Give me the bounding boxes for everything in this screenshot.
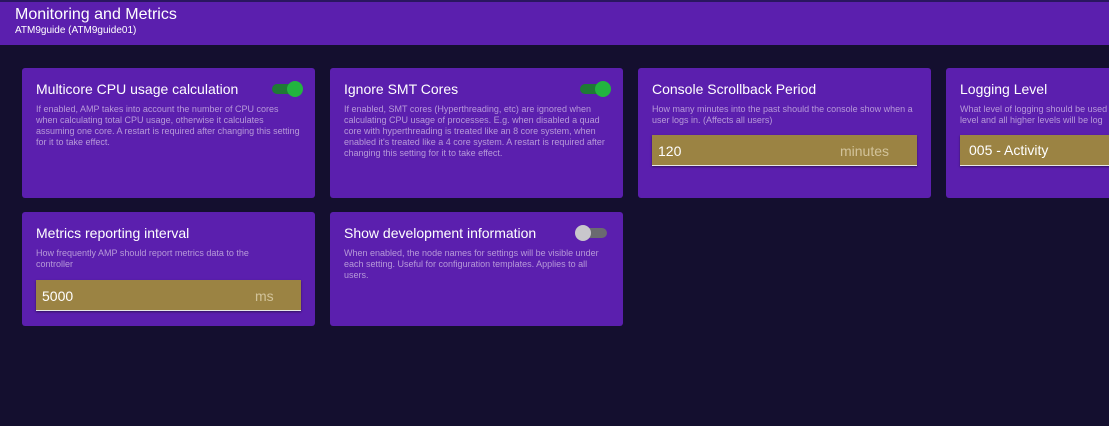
setting-title: Multicore CPU usage calculation <box>36 81 239 97</box>
setting-card-logging-level: Logging Level What level of logging shou… <box>946 68 1109 198</box>
setting-title: Metrics reporting interval <box>36 225 190 241</box>
setting-title: Console Scrollback Period <box>652 81 817 97</box>
input-value: 120 <box>658 143 682 159</box>
setting-description: What level of logging should be used lev… <box>960 104 1108 125</box>
setting-card-ignore-smt: Ignore SMT Cores If enabled, SMT cores (… <box>330 68 623 198</box>
setting-title: Ignore SMT Cores <box>344 81 459 97</box>
setting-description: If enabled, SMT cores (Hyperthreading, e… <box>344 104 605 158</box>
input-value: 5000 <box>42 288 74 304</box>
setting-description: How many minutes into the past should th… <box>652 104 913 125</box>
input-unit: minutes <box>840 143 890 159</box>
setting-title: Show development information <box>344 225 537 241</box>
page-title: Monitoring and Metrics <box>15 6 177 23</box>
setting-card-multicore-cpu: Multicore CPU usage calculation If enabl… <box>22 68 315 198</box>
toggle-knob <box>575 225 591 241</box>
ignore-smt-toggle[interactable] <box>578 81 611 97</box>
input-unit: ms <box>255 288 274 304</box>
setting-title: Logging Level <box>960 81 1048 97</box>
setting-card-console-scrollback: Console Scrollback Period How many minut… <box>638 68 931 198</box>
dev-info-toggle[interactable] <box>575 225 609 241</box>
toggle-knob <box>595 81 611 97</box>
console-scrollback-input[interactable]: 120 minutes <box>652 135 917 166</box>
instance-name: ATM9guide (ATM9guide01) <box>15 25 137 36</box>
setting-description: If enabled, AMP takes into account the n… <box>36 104 300 147</box>
page-header: Monitoring and Metrics ATM9guide (ATM9gu… <box>0 0 1109 45</box>
toggle-knob <box>287 81 303 97</box>
multicore-cpu-toggle[interactable] <box>270 81 303 97</box>
selected-option: 005 - Activity <box>969 142 1049 158</box>
setting-card-metrics-interval: Metrics reporting interval How frequentl… <box>22 212 315 326</box>
setting-description: How frequently AMP should report metrics… <box>36 248 249 269</box>
logging-level-select[interactable]: 005 - Activity <box>960 135 1109 166</box>
setting-card-dev-info: Show development information When enable… <box>330 212 623 326</box>
metrics-interval-input[interactable]: 5000 ms <box>36 280 301 311</box>
setting-description: When enabled, the node names for setting… <box>344 248 599 280</box>
